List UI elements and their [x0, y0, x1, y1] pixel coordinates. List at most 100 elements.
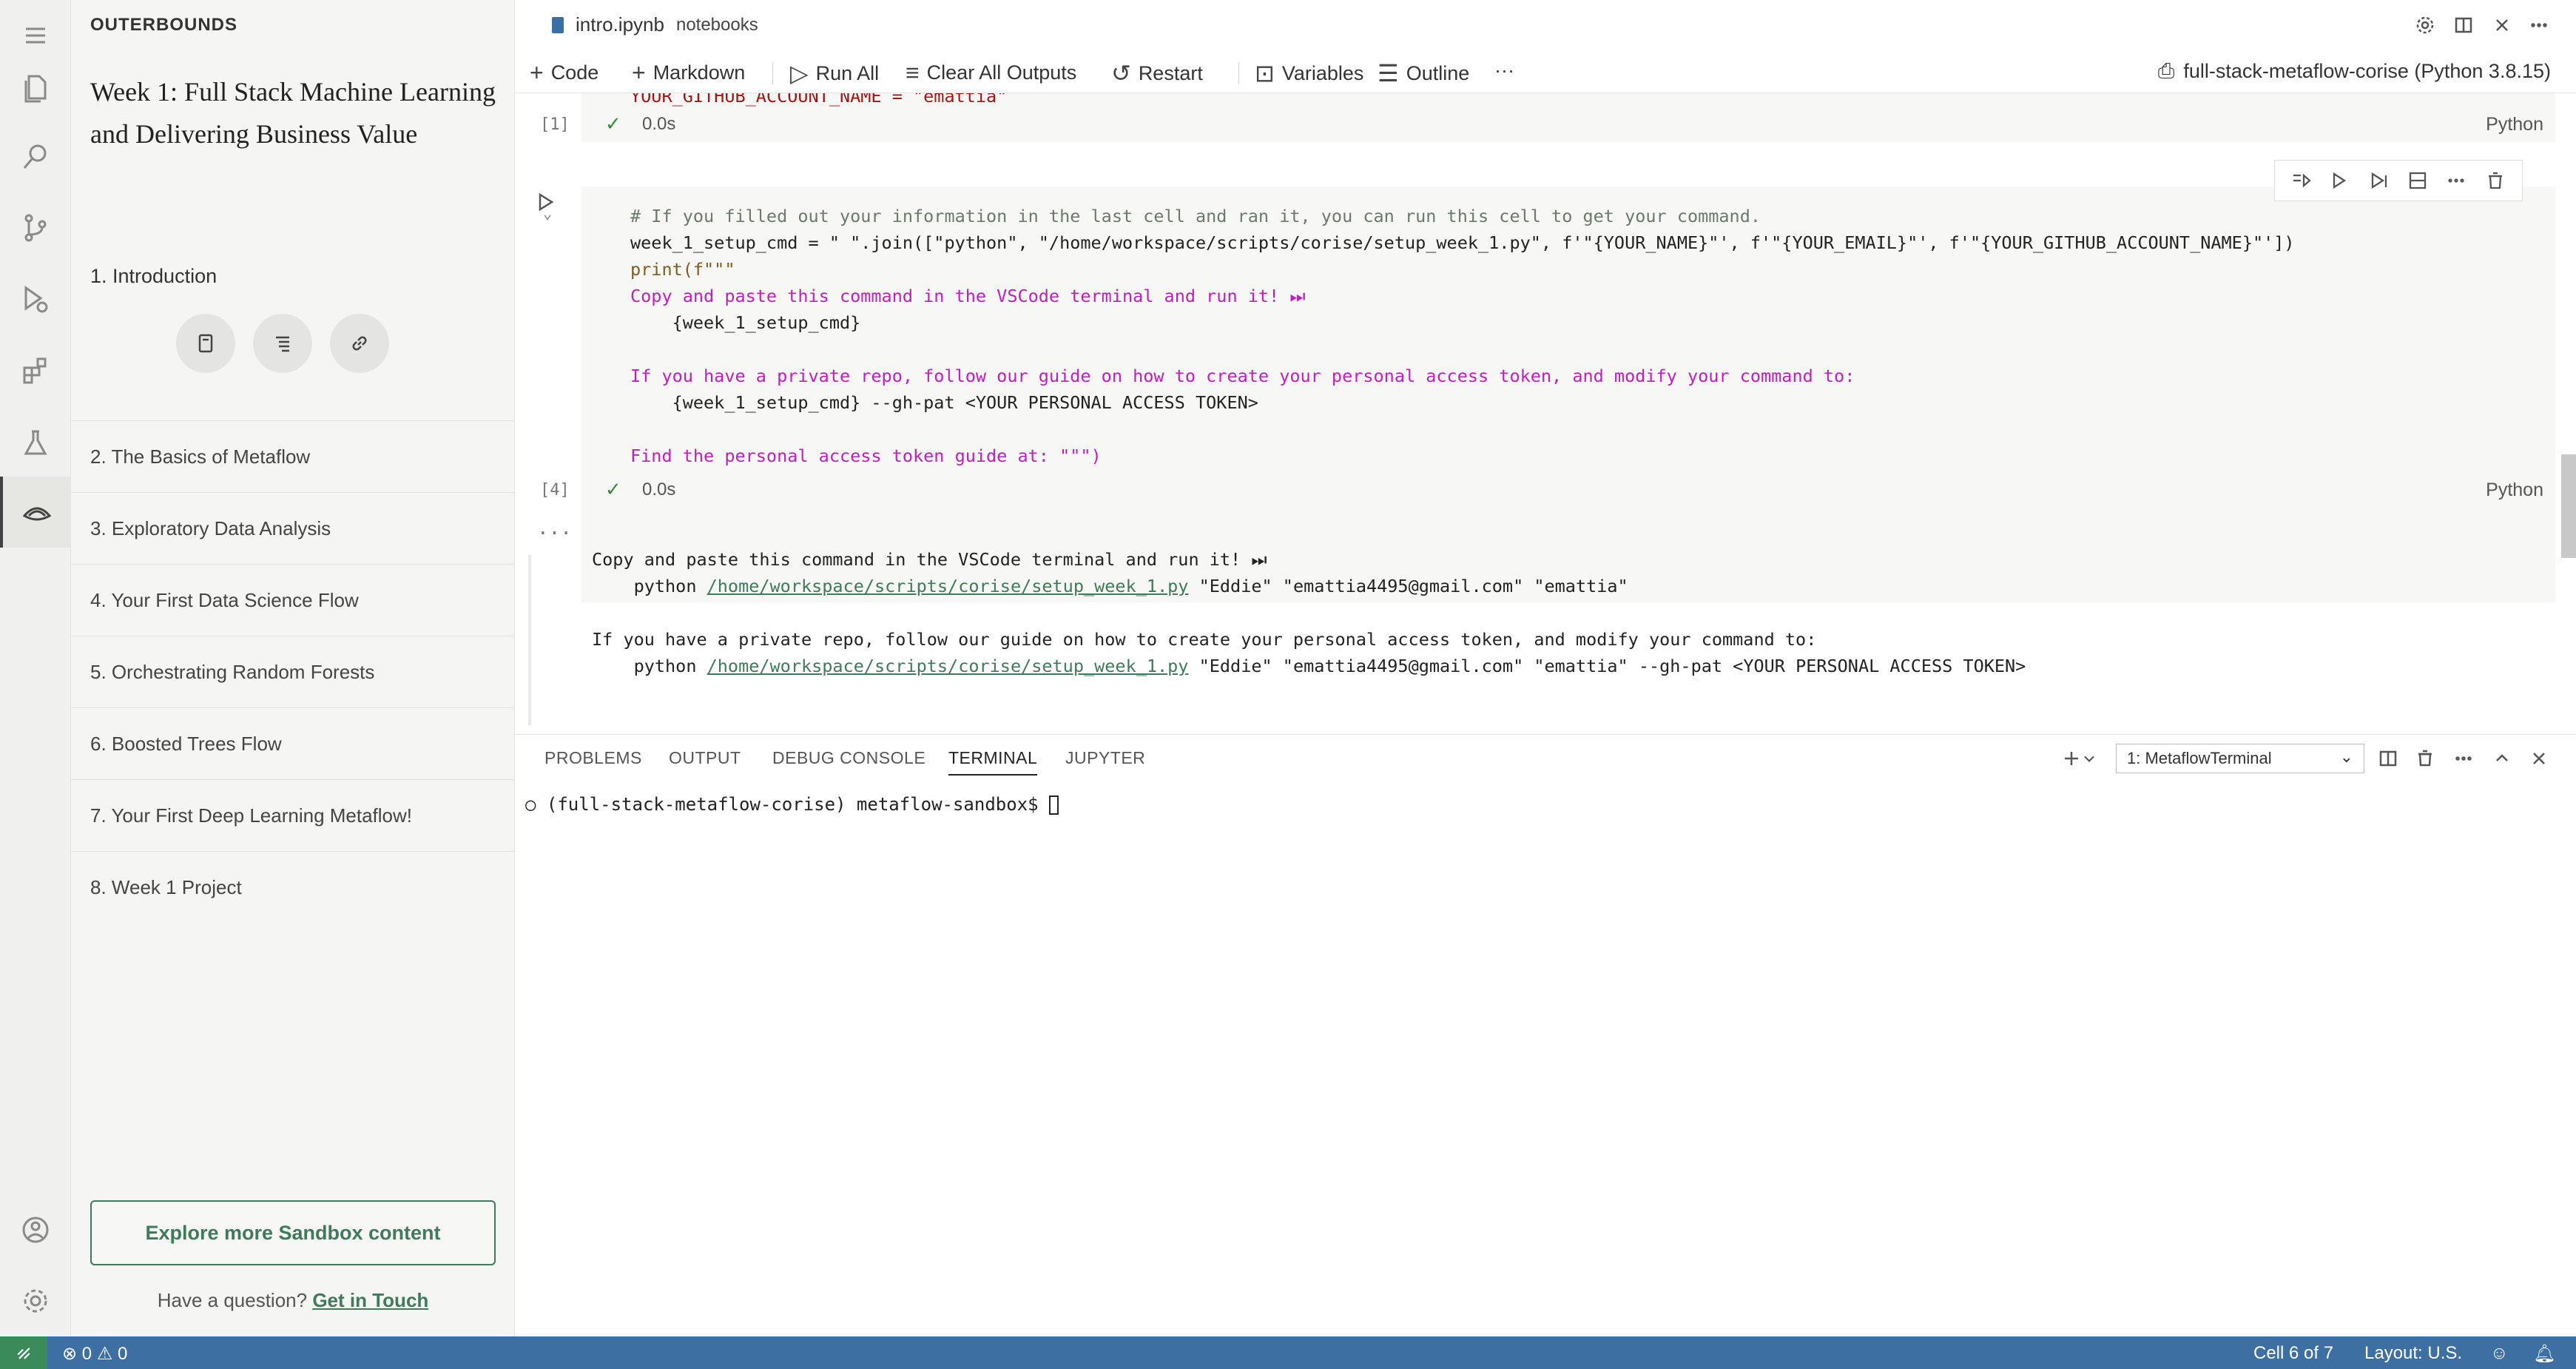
delete-cell-icon[interactable]	[2484, 169, 2506, 192]
run-debug-icon[interactable]	[0, 263, 71, 334]
current-cell-language[interactable]: Python	[2486, 480, 2543, 501]
terminal-select[interactable]: 1: MetaflowTerminal ⌄	[2116, 744, 2364, 773]
lesson-item-introduction[interactable]: 1. Introduction	[90, 265, 217, 288]
problems-indicator[interactable]: ⊗ 0 ⚠ 0	[62, 1343, 127, 1365]
get-in-touch-link[interactable]: Get in Touch	[312, 1289, 428, 1311]
restart-button[interactable]: ↺ Restart	[1111, 59, 1203, 87]
output-script-link[interactable]: /home/workspace/scripts/corise/setup_wee…	[707, 576, 1189, 596]
lesson-item[interactable]: 4. Your First Data Science Flow	[71, 564, 515, 636]
outerbounds-icon[interactable]	[0, 477, 71, 548]
extensions-icon[interactable]	[0, 334, 71, 406]
variables-button[interactable]: ⊡ Variables	[1255, 59, 1363, 87]
notebook-editor[interactable]: YOUR_GITHUB_ACCOUNT_NAME = "emattia" [1]…	[515, 93, 2576, 734]
split-editor-icon[interactable]	[2450, 12, 2477, 38]
terminal-cursor	[1049, 796, 1059, 815]
success-check-icon: ✓	[605, 478, 621, 500]
notebook-scrollbar[interactable]	[2561, 454, 2576, 558]
lesson-list: 2. The Basics of Metaflow 3. Exploratory…	[71, 420, 515, 923]
tab-intro-ipynb[interactable]: intro.ipynb notebooks	[552, 13, 758, 36]
notifications-bell-icon[interactable]: 🔔︎	[2533, 1343, 2555, 1365]
restart-label: Restart	[1138, 61, 1203, 84]
code-line-setup-cmd: week_1_setup_cmd = " ".join(["python", "…	[630, 232, 2295, 253]
kernel-picker[interactable]: ⎙ full-stack-metaflow-corise (Python 3.8.…	[2158, 59, 2551, 84]
output-cmd-args: "Eddie" "emattia4495@gmail.com" "emattia…	[1188, 576, 1628, 596]
output-script-link[interactable]: /home/workspace/scripts/corise/setup_wee…	[707, 656, 1189, 676]
lesson-item[interactable]: 6. Boosted Trees Flow	[71, 707, 515, 779]
output-line-command: python /home/workspace/scripts/corise/se…	[592, 573, 1628, 599]
terminal-output[interactable]: ○ (full-stack-metaflow-corise) metaflow-…	[525, 794, 1059, 815]
code-line-token-guide: Find the personal access token guide at:…	[630, 445, 1102, 466]
outline-label: Outline	[1406, 61, 1470, 84]
close-panel-icon[interactable]	[2526, 745, 2552, 772]
tab-output[interactable]: OUTPUT	[669, 748, 741, 768]
output-line-copy-paste: Copy and paste this command in the VSCod…	[592, 549, 1267, 570]
settings-gear-icon[interactable]	[0, 1265, 71, 1336]
settings-gear-icon[interactable]	[2412, 12, 2438, 38]
source-control-icon[interactable]	[0, 192, 71, 263]
tab-terminal[interactable]: TERMINAL	[948, 748, 1038, 776]
notebook-toolbar: + Code + Markdown ▷ Run All ≡ Clear All Outp…	[515, 52, 2576, 93]
split-cell-icon[interactable]	[2407, 169, 2429, 192]
course-sidebar: OUTERBOUNDS Week 1: Full Stack Machine L…	[71, 0, 515, 1336]
warning-icon: ⚠	[96, 1344, 118, 1364]
notebook-file-icon	[552, 16, 564, 33]
run-all-button[interactable]: ▷ Run All	[790, 59, 879, 87]
outline-icon: ☰	[1378, 60, 1399, 87]
lesson-item[interactable]: 7. Your First Deep Learning Metaflow!	[71, 779, 515, 851]
run-all-label: Run All	[815, 61, 880, 84]
tab-jupyter[interactable]: JUPYTER	[1065, 748, 1145, 768]
notebook-icon[interactable]	[176, 314, 235, 373]
maximize-panel-icon[interactable]	[2489, 745, 2515, 772]
remote-connection-icon[interactable]	[0, 1336, 47, 1369]
chevron-down-icon[interactable]	[2080, 745, 2098, 772]
account-icon[interactable]	[0, 1194, 71, 1265]
execute-above-icon[interactable]	[2290, 169, 2313, 192]
tab-problems[interactable]: PROBLEMS	[544, 748, 642, 768]
execute-below-icon[interactable]	[2368, 169, 2390, 192]
previous-cell-language[interactable]: Python	[2486, 114, 2543, 135]
feedback-icon[interactable]: ☺	[2490, 1343, 2509, 1364]
output-more-icon[interactable]: ···	[537, 522, 572, 545]
terminal-status-icon: ○	[525, 794, 547, 815]
outline-button[interactable]: ☰ Outline	[1378, 59, 1469, 87]
lesson-item[interactable]: 5. Orchestrating Random Forests	[71, 636, 515, 707]
clear-outputs-button[interactable]: ≡ Clear All Outputs	[906, 59, 1076, 87]
brand-label: OUTERBOUNDS	[90, 15, 238, 35]
close-icon[interactable]	[2489, 12, 2515, 38]
panel-more-icon[interactable]	[2450, 745, 2477, 772]
error-count: 0	[81, 1344, 92, 1364]
terminal-prompt: (full-stack-metaflow-corise) metaflow-sa…	[546, 794, 1050, 815]
output-cmd-prefix: python	[592, 576, 707, 596]
tab-debug-console[interactable]: DEBUG CONSOLE	[772, 748, 925, 768]
execute-cell-below-icon[interactable]	[2329, 169, 2351, 192]
more-actions-icon[interactable]	[2526, 12, 2552, 38]
trash-icon[interactable]	[2412, 745, 2438, 772]
add-code-button[interactable]: + Code	[530, 59, 599, 87]
status-bar: ⊗ 0 ⚠ 0 Cell 6 of 7 Layout: U.S. ☺ 🔔︎	[0, 1336, 2576, 1369]
editor-tab-bar: intro.ipynb notebooks	[515, 0, 2576, 52]
cell-position[interactable]: Cell 6 of 7	[2253, 1343, 2333, 1364]
lesson-item[interactable]: 8. Week 1 Project	[71, 851, 515, 923]
toolbar-more-button[interactable]: ···	[1494, 59, 1514, 82]
lesson-item[interactable]: 3. Exploratory Data Analysis	[71, 492, 515, 564]
variables-label: Variables	[1281, 61, 1364, 84]
link-icon[interactable]	[330, 314, 389, 373]
outline-list-icon[interactable]	[253, 314, 312, 373]
testing-flask-icon[interactable]	[0, 407, 71, 478]
cell-more-icon[interactable]	[2445, 169, 2467, 192]
split-terminal-icon[interactable]	[2375, 745, 2401, 772]
explore-sandbox-button[interactable]: Explore more Sandbox content	[90, 1200, 496, 1265]
lesson-item[interactable]: 2. The Basics of Metaflow	[71, 420, 515, 492]
code-line-copy-paste: Copy and paste this command in the VSCod…	[630, 286, 1306, 306]
question-label: Have a question?	[157, 1289, 308, 1311]
previous-exec-time: 0.0s	[642, 114, 676, 134]
search-icon[interactable]	[0, 121, 71, 192]
explorer-icon[interactable]	[0, 52, 71, 123]
keyboard-layout[interactable]: Layout: U.S.	[2364, 1343, 2462, 1364]
course-title: Week 1: Full Stack Machine Learning and …	[90, 77, 496, 149]
clear-all-icon: ≡	[906, 59, 920, 86]
expand-chevron-icon[interactable]: ⌄	[543, 204, 552, 222]
code-line-comment: # If you filled out your information in …	[630, 206, 1761, 226]
output-cmd-prefix: python	[592, 656, 707, 676]
add-markdown-button[interactable]: + Markdown	[632, 59, 745, 87]
